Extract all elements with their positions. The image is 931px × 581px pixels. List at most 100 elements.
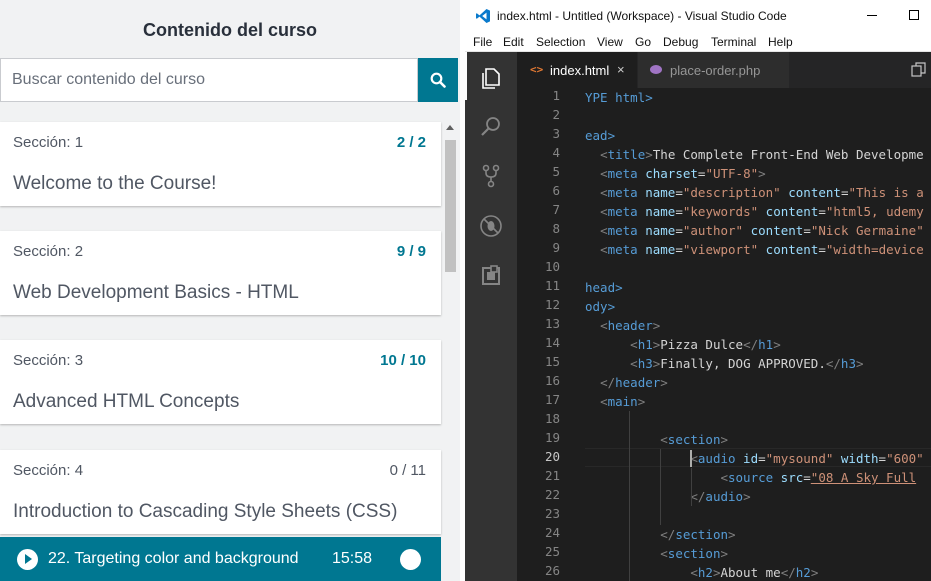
line-number: 6 <box>552 183 560 198</box>
activity-bar <box>465 52 517 581</box>
code-line: head> <box>585 280 623 295</box>
editor-tabs: <> index.html × place-order.php <box>517 52 931 88</box>
html-file-icon: <> <box>530 63 544 76</box>
search-icon <box>430 72 446 88</box>
current-lecture-item[interactable]: 22. Targeting color and background 15:58 <box>0 537 441 581</box>
line-number: 7 <box>552 202 560 217</box>
section-progress: 0 / 11 <box>389 462 426 479</box>
menu-view[interactable]: View <box>597 35 623 49</box>
section-label: Sección: 3 <box>13 352 84 369</box>
section-title: Introduction to Cascading Style Sheets (… <box>13 501 398 522</box>
section-title: Web Development Basics - HTML <box>13 282 299 303</box>
line-number: 12 <box>544 297 560 312</box>
section-progress: 9 / 9 <box>396 243 426 260</box>
code-line: <h3>Finally, DOG APPROVED.</h3> <box>630 356 864 371</box>
menu-help[interactable]: Help <box>768 35 793 49</box>
code-line: </header> <box>600 375 668 390</box>
text-cursor <box>690 450 692 467</box>
code-line: <header> <box>600 318 661 333</box>
line-number: 5 <box>552 164 560 179</box>
search-button[interactable] <box>418 58 458 102</box>
debug-icon[interactable] <box>477 212 505 240</box>
code-line: YPE html> <box>585 90 653 105</box>
close-icon[interactable]: × <box>617 62 625 77</box>
section-card-1[interactable]: Sección: 1 2 / 2 Welcome to the Course! <box>0 122 441 206</box>
line-number: 8 <box>552 221 560 236</box>
code-line: <title>The Complete Front-End Web Develo… <box>600 147 924 162</box>
code-line: <section> <box>660 546 729 561</box>
code-line: <h2>About me</h2> <box>690 565 819 580</box>
extensions-icon[interactable] <box>477 262 505 290</box>
code-line: <meta name="viewport" content="width=dev… <box>600 242 924 257</box>
tab-place-order-php[interactable]: place-order.php <box>637 52 789 88</box>
code-line: <meta name="description" content="This i… <box>600 185 924 200</box>
vscode-window: index.html - Untitled (Workspace) - Visu… <box>465 0 931 581</box>
code-line: <meta name="keywords" content="html5, ud… <box>600 204 924 219</box>
active-view-indicator <box>465 52 467 100</box>
section-title: Advanced HTML Concepts <box>13 391 240 412</box>
menu-go[interactable]: Go <box>635 35 651 49</box>
menu-selection[interactable]: Selection <box>536 35 585 49</box>
code-line: ody> <box>585 299 616 314</box>
code-editor[interactable]: YPE html> ead> <title>The Complete Front-… <box>585 88 931 581</box>
line-number: 10 <box>544 259 560 274</box>
line-number-gutter: 1 2 3 4 5 6 7 8 9 10 11 12 13 14 15 16 17 18 19 20 21 22 23 24 2… <box>517 88 572 581</box>
files-explorer-icon[interactable] <box>477 64 505 92</box>
minimize-icon[interactable] <box>867 15 877 16</box>
code-line: <source src="08 A Sky Full <box>720 470 917 485</box>
split-editor-icon[interactable] <box>911 62 926 77</box>
menu-debug[interactable]: Debug <box>663 35 698 49</box>
code-line: <meta name="author" content="Nick Germai… <box>600 223 924 238</box>
line-number: 2 <box>552 107 560 122</box>
lecture-title: 22. Targeting color and background <box>48 550 299 567</box>
search-icon[interactable] <box>477 113 505 141</box>
line-number: 9 <box>552 240 560 255</box>
code-line: ead> <box>585 128 616 143</box>
course-content-header: Contenido del curso <box>0 0 460 58</box>
section-label: Sección: 4 <box>13 462 84 479</box>
menu-bar: File Edit Selection View Go Debug Termin… <box>465 32 931 52</box>
section-progress: 2 / 2 <box>396 134 426 151</box>
tab-index-html[interactable]: <> index.html × <box>517 52 637 88</box>
code-line: <meta charset="UTF-8"> <box>600 166 766 181</box>
scroll-up-arrow-icon[interactable] <box>446 125 454 130</box>
section-card-2[interactable]: Sección: 2 9 / 9 Web Development Basics … <box>0 231 441 315</box>
line-number: 26 <box>544 563 560 578</box>
section-card-4[interactable]: Sección: 4 0 / 11 Introduction to Cascad… <box>0 450 441 534</box>
source-control-icon[interactable] <box>477 162 505 190</box>
code-line: <section> <box>660 432 729 447</box>
line-number: 13 <box>544 316 560 331</box>
search-input[interactable] <box>1 59 417 101</box>
section-label: Sección: 1 <box>13 134 84 151</box>
line-number: 19 <box>544 430 560 445</box>
play-icon[interactable] <box>17 549 38 570</box>
menu-file[interactable]: File <box>473 35 492 49</box>
line-number: 1 <box>552 88 560 103</box>
course-content-panel: Contenido del curso Sección: 1 2 / 2 Wel… <box>0 0 460 581</box>
code-line: <main> <box>600 394 646 409</box>
vscode-logo-icon <box>476 9 490 23</box>
code-line: <h1>Pizza Dulce</h1> <box>630 337 781 352</box>
section-card-3[interactable]: Sección: 3 10 / 10 Advanced HTML Concept… <box>0 340 441 424</box>
line-number: 14 <box>544 335 560 350</box>
line-number: 25 <box>544 544 560 559</box>
completion-checkbox[interactable] <box>400 549 421 570</box>
line-number: 24 <box>544 525 560 540</box>
menu-terminal[interactable]: Terminal <box>711 35 756 49</box>
title-bar: index.html - Untitled (Workspace) - Visu… <box>465 0 931 32</box>
code-line: </section> <box>660 527 736 542</box>
maximize-icon[interactable] <box>909 10 919 20</box>
search-box <box>0 58 418 102</box>
line-number: 3 <box>552 126 560 141</box>
section-title: Welcome to the Course! <box>13 173 217 194</box>
code-line: <audio id="mysound" width="600" <box>690 451 924 466</box>
section-progress: 10 / 10 <box>380 352 426 369</box>
line-number: 23 <box>544 506 560 521</box>
line-number: 18 <box>544 411 560 426</box>
tab-label: index.html <box>550 63 610 78</box>
code-line: </audio> <box>690 489 751 504</box>
menu-edit[interactable]: Edit <box>503 35 524 49</box>
php-file-icon <box>650 65 662 74</box>
scrollbar-thumb[interactable] <box>445 140 456 272</box>
tab-label: place-order.php <box>670 63 761 78</box>
